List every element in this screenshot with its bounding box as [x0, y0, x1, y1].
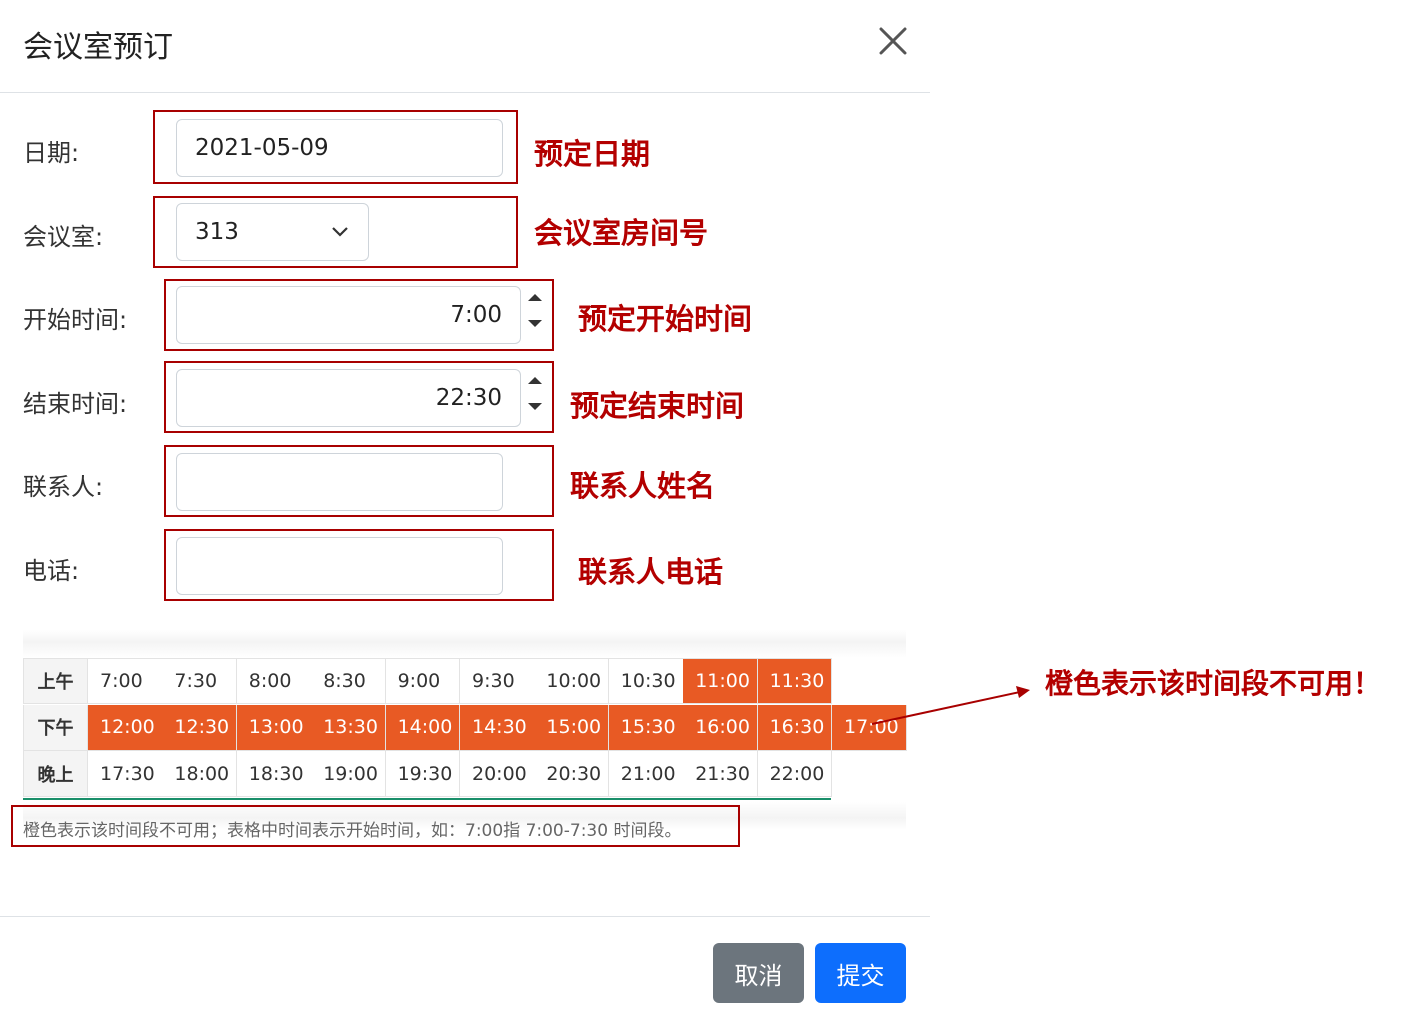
schedule-underline	[23, 798, 831, 800]
phone-label: 电话:	[23, 557, 80, 585]
time-slot[interactable]: 21:30	[683, 751, 759, 797]
spin-down-icon	[528, 320, 542, 327]
time-slot[interactable]: 7:00	[88, 658, 163, 704]
annotation-start: 预定开始时间	[578, 302, 753, 336]
spin-down-icon	[528, 403, 542, 410]
annotation-orange: 橙色表示该时间段不可用！	[1045, 667, 1382, 700]
annotation-contact: 联系人姓名	[570, 469, 716, 503]
annotation-phone: 联系人电话	[578, 555, 724, 589]
time-slot[interactable]: 18:00	[162, 751, 238, 797]
schedule-row-label: 上午	[23, 658, 88, 704]
spin-up-icon	[528, 377, 542, 384]
schedule-row-label: 晚上	[23, 751, 88, 797]
date-field[interactable]: 2021-05-09	[176, 119, 503, 177]
annotation-room: 会议室房间号	[534, 216, 709, 250]
time-slot-unavailable[interactable]: 14:00	[385, 704, 461, 751]
annotation-date: 预定日期	[534, 137, 651, 171]
time-slot[interactable]: 22:00	[757, 751, 833, 797]
time-slot-unavailable[interactable]: 16:00	[683, 704, 759, 751]
start-time-spinner[interactable]	[524, 286, 546, 344]
time-slot[interactable]: 19:00	[311, 751, 387, 797]
time-slot[interactable]: 19:30	[385, 751, 461, 797]
time-slot-unavailable[interactable]: 12:00	[88, 704, 163, 751]
end-time-field[interactable]: 22:30	[176, 369, 521, 427]
submit-button[interactable]: 提交	[815, 943, 906, 1003]
chevron-down-icon	[330, 219, 350, 245]
booking-modal: 会议室预订 日期: 2021-05-09 会议室: 313 开始时间: 7:00…	[0, 0, 930, 1019]
schedule-row-label: 下午	[23, 704, 88, 751]
time-slot[interactable]: 20:30	[534, 751, 610, 797]
room-select[interactable]: 313	[176, 203, 369, 261]
room-select-value: 313	[195, 219, 239, 245]
time-slot[interactable]: 9:30	[460, 658, 535, 704]
modal-title: 会议室预订	[23, 30, 173, 65]
start-time-field[interactable]: 7:00	[176, 286, 521, 344]
end-time-spinner[interactable]	[524, 369, 546, 427]
contact-field[interactable]	[176, 453, 503, 511]
time-slot[interactable]: 7:30	[162, 658, 238, 704]
time-slot-unavailable[interactable]: 15:00	[534, 704, 610, 751]
annotation-end: 预定结束时间	[570, 389, 745, 423]
start-time-label: 开始时间:	[23, 306, 128, 334]
time-slot[interactable]: 10:30	[608, 658, 684, 704]
close-icon[interactable]	[872, 20, 914, 62]
contact-label: 联系人:	[23, 473, 104, 501]
schedule-note: 橙色表示该时间段不可用；表格中时间表示开始时间，如：7:00指 7:00-7:3…	[23, 821, 682, 841]
time-slot[interactable]: 18:30	[236, 751, 312, 797]
room-label: 会议室:	[23, 223, 104, 251]
time-slot-unavailable[interactable]: 11:00	[683, 658, 759, 704]
phone-field[interactable]	[176, 537, 503, 595]
time-slot[interactable]: 21:00	[608, 751, 684, 797]
time-slot-unavailable[interactable]: 13:00	[236, 704, 312, 751]
time-slot-unavailable[interactable]: 16:30	[757, 704, 833, 751]
footer-divider	[0, 916, 930, 917]
time-slot-unavailable[interactable]: 11:30	[757, 658, 833, 704]
time-slot-unavailable[interactable]: 13:30	[311, 704, 387, 751]
end-time-label: 结束时间:	[23, 390, 128, 418]
time-slot[interactable]: 8:00	[236, 658, 312, 704]
time-slot[interactable]: 8:30	[311, 658, 387, 704]
time-slot-unavailable[interactable]: 12:30	[162, 704, 238, 751]
date-label: 日期:	[23, 139, 80, 167]
time-slot[interactable]: 10:00	[534, 658, 610, 704]
annotation-arrow	[871, 686, 1030, 725]
time-slot[interactable]: 20:00	[460, 751, 535, 797]
cancel-button[interactable]: 取消	[713, 943, 804, 1003]
time-slot[interactable]: 9:00	[385, 658, 461, 704]
time-slot-unavailable[interactable]: 15:30	[608, 704, 684, 751]
header-divider	[0, 92, 930, 93]
spin-up-icon	[528, 294, 542, 301]
time-slot-unavailable[interactable]: 14:30	[460, 704, 535, 751]
time-slot[interactable]: 17:30	[88, 751, 163, 797]
